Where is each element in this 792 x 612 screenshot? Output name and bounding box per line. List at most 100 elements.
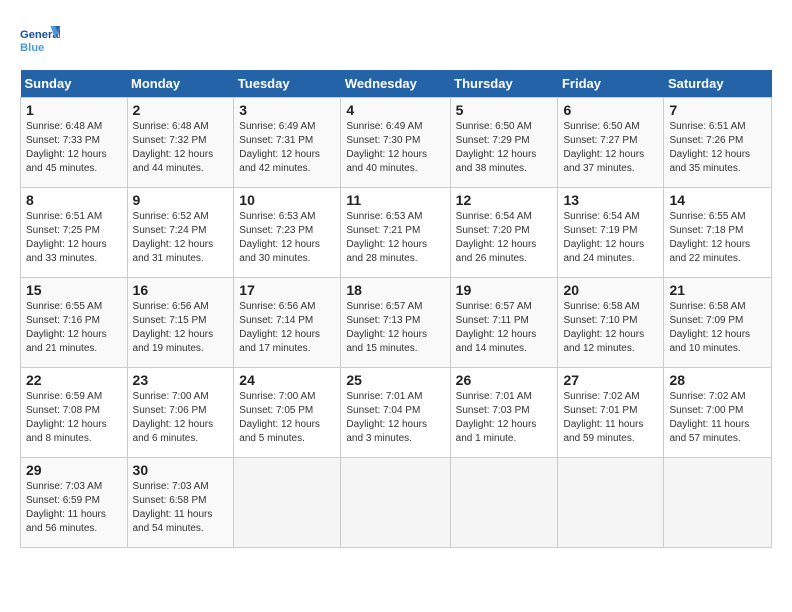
calendar-day-cell: 18Sunrise: 6:57 AMSunset: 7:13 PMDayligh…	[341, 278, 450, 368]
calendar-day-cell: 5 Sunrise: 6:50 AMSunset: 7:29 PMDaylight…	[450, 98, 558, 188]
calendar-day-cell: 12 Sunrise: 6:54 AMSunset: 7:20 PMDayligh…	[450, 188, 558, 278]
calendar-week-row: 29 Sunrise: 7:03 AMSunset: 6:59 PMDayligh…	[21, 458, 772, 548]
day-number: 4	[346, 102, 444, 118]
day-detail: Sunrise: 6:54 AMSunset: 7:19 PMDaylight:…	[563, 210, 658, 266]
header-wednesday: Wednesday	[341, 70, 450, 98]
day-detail: Sunrise: 7:03 AMSunset: 6:58 PMDaylight:…	[133, 480, 229, 536]
day-detail: Sunrise: 6:49 AMSunset: 7:30 PMDaylight:…	[346, 120, 444, 176]
day-number: 27	[563, 372, 658, 388]
day-detail: Sunrise: 7:00 AMSunset: 7:05 PMDaylight:…	[239, 390, 335, 446]
day-detail: Sunrise: 6:53 AMSunset: 7:21 PMDaylight:…	[346, 210, 444, 266]
day-number: 29	[26, 462, 122, 478]
header-tuesday: Tuesday	[234, 70, 341, 98]
calendar-day-cell: 27 Sunrise: 7:02 AMSunset: 7:01 PMDayligh…	[558, 368, 664, 458]
day-number: 5	[456, 102, 553, 118]
calendar-empty-cell	[450, 458, 558, 548]
calendar-week-row: 22 Sunrise: 6:59 AMSunset: 7:08 PMDayligh…	[21, 368, 772, 458]
day-number: 14	[669, 192, 766, 208]
calendar-day-cell: 21 Sunrise: 6:58 AMSunset: 7:09 PMDayligh…	[664, 278, 772, 368]
calendar-day-cell: 22 Sunrise: 6:59 AMSunset: 7:08 PMDayligh…	[21, 368, 128, 458]
day-detail: Sunrise: 6:48 AMSunset: 7:32 PMDaylight:…	[133, 120, 229, 176]
day-detail: Sunrise: 7:00 AMSunset: 7:06 PMDaylight:…	[133, 390, 229, 446]
day-number: 9	[133, 192, 229, 208]
day-detail: Sunrise: 6:48 AMSunset: 7:33 PMDaylight:…	[26, 120, 122, 176]
day-number: 19	[456, 282, 553, 298]
header-monday: Monday	[127, 70, 234, 98]
day-detail: Sunrise: 6:52 AMSunset: 7:24 PMDaylight:…	[133, 210, 229, 266]
calendar-day-cell: 8 Sunrise: 6:51 AMSunset: 7:25 PMDaylight…	[21, 188, 128, 278]
day-detail: Sunrise: 6:49 AMSunset: 7:31 PMDaylight:…	[239, 120, 335, 176]
day-detail: Sunrise: 6:58 AMSunset: 7:09 PMDaylight:…	[669, 300, 766, 356]
day-detail: Sunrise: 6:59 AMSunset: 7:08 PMDaylight:…	[26, 390, 122, 446]
calendar-day-cell: 25Sunrise: 7:01 AMSunset: 7:04 PMDayligh…	[341, 368, 450, 458]
day-number: 6	[563, 102, 658, 118]
calendar-day-cell: 7 Sunrise: 6:51 AMSunset: 7:26 PMDaylight…	[664, 98, 772, 188]
day-detail: Sunrise: 6:50 AMSunset: 7:27 PMDaylight:…	[563, 120, 658, 176]
day-detail: Sunrise: 6:56 AMSunset: 7:14 PMDaylight:…	[239, 300, 335, 356]
calendar-day-cell: 6 Sunrise: 6:50 AMSunset: 7:27 PMDaylight…	[558, 98, 664, 188]
calendar-day-cell: 2 Sunrise: 6:48 AMSunset: 7:32 PMDaylight…	[127, 98, 234, 188]
day-detail: Sunrise: 6:50 AMSunset: 7:29 PMDaylight:…	[456, 120, 553, 176]
day-detail: Sunrise: 6:51 AMSunset: 7:25 PMDaylight:…	[26, 210, 122, 266]
calendar-empty-cell	[558, 458, 664, 548]
calendar-day-cell: 24 Sunrise: 7:00 AMSunset: 7:05 PMDayligh…	[234, 368, 341, 458]
day-detail: Sunrise: 6:56 AMSunset: 7:15 PMDaylight:…	[133, 300, 229, 356]
day-number: 22	[26, 372, 122, 388]
calendar-day-cell: 3 Sunrise: 6:49 AMSunset: 7:31 PMDaylight…	[234, 98, 341, 188]
day-number: 16	[133, 282, 229, 298]
day-number: 12	[456, 192, 553, 208]
calendar-day-cell: 23 Sunrise: 7:00 AMSunset: 7:06 PMDayligh…	[127, 368, 234, 458]
day-detail: Sunrise: 6:53 AMSunset: 7:23 PMDaylight:…	[239, 210, 335, 266]
calendar-empty-cell	[664, 458, 772, 548]
day-number: 15	[26, 282, 122, 298]
calendar-day-cell: 10 Sunrise: 6:53 AMSunset: 7:23 PMDayligh…	[234, 188, 341, 278]
day-detail: Sunrise: 6:51 AMSunset: 7:26 PMDaylight:…	[669, 120, 766, 176]
day-number: 23	[133, 372, 229, 388]
day-number: 1	[26, 102, 122, 118]
calendar-week-row: 1 Sunrise: 6:48 AMSunset: 7:33 PMDaylight…	[21, 98, 772, 188]
day-number: 7	[669, 102, 766, 118]
day-detail: Sunrise: 7:01 AMSunset: 7:04 PMDaylight:…	[346, 390, 444, 446]
calendar-day-cell: 4 Sunrise: 6:49 AMSunset: 7:30 PMDaylight…	[341, 98, 450, 188]
day-detail: Sunrise: 7:01 AMSunset: 7:03 PMDaylight:…	[456, 390, 553, 446]
day-number: 24	[239, 372, 335, 388]
day-number: 28	[669, 372, 766, 388]
calendar-day-cell: 20 Sunrise: 6:58 AMSunset: 7:10 PMDayligh…	[558, 278, 664, 368]
calendar-day-cell: 16 Sunrise: 6:56 AMSunset: 7:15 PMDayligh…	[127, 278, 234, 368]
header-saturday: Saturday	[664, 70, 772, 98]
logo-icon: General Blue	[20, 20, 60, 60]
calendar-day-cell: 19 Sunrise: 6:57 AMSunset: 7:11 PMDayligh…	[450, 278, 558, 368]
day-number: 2	[133, 102, 229, 118]
day-detail: Sunrise: 7:02 AMSunset: 7:00 PMDaylight:…	[669, 390, 766, 446]
day-number: 21	[669, 282, 766, 298]
calendar-day-cell: 13Sunrise: 6:54 AMSunset: 7:19 PMDayligh…	[558, 188, 664, 278]
day-number: 17	[239, 282, 335, 298]
calendar-day-cell: 11Sunrise: 6:53 AMSunset: 7:21 PMDayligh…	[341, 188, 450, 278]
day-detail: Sunrise: 6:57 AMSunset: 7:13 PMDaylight:…	[346, 300, 444, 356]
day-number: 20	[563, 282, 658, 298]
header-sunday: Sunday	[21, 70, 128, 98]
calendar-week-row: 8 Sunrise: 6:51 AMSunset: 7:25 PMDaylight…	[21, 188, 772, 278]
calendar-empty-cell	[341, 458, 450, 548]
day-detail: Sunrise: 6:54 AMSunset: 7:20 PMDaylight:…	[456, 210, 553, 266]
day-detail: Sunrise: 6:58 AMSunset: 7:10 PMDaylight:…	[563, 300, 658, 356]
calendar-day-cell: 15Sunrise: 6:55 AMSunset: 7:16 PMDayligh…	[21, 278, 128, 368]
calendar-table: SundayMondayTuesdayWednesdayThursdayFrid…	[20, 70, 772, 548]
day-number: 30	[133, 462, 229, 478]
day-detail: Sunrise: 6:55 AMSunset: 7:18 PMDaylight:…	[669, 210, 766, 266]
day-number: 10	[239, 192, 335, 208]
calendar-empty-cell	[234, 458, 341, 548]
calendar-week-row: 15Sunrise: 6:55 AMSunset: 7:16 PMDayligh…	[21, 278, 772, 368]
logo: General Blue	[20, 20, 64, 60]
day-detail: Sunrise: 7:02 AMSunset: 7:01 PMDaylight:…	[563, 390, 658, 446]
day-number: 26	[456, 372, 553, 388]
calendar-day-cell: 17 Sunrise: 6:56 AMSunset: 7:14 PMDayligh…	[234, 278, 341, 368]
day-number: 3	[239, 102, 335, 118]
day-detail: Sunrise: 6:57 AMSunset: 7:11 PMDaylight:…	[456, 300, 553, 356]
day-number: 8	[26, 192, 122, 208]
calendar-day-cell: 1 Sunrise: 6:48 AMSunset: 7:33 PMDaylight…	[21, 98, 128, 188]
svg-text:Blue: Blue	[20, 42, 44, 54]
header-thursday: Thursday	[450, 70, 558, 98]
header-friday: Friday	[558, 70, 664, 98]
day-detail: Sunrise: 7:03 AMSunset: 6:59 PMDaylight:…	[26, 480, 122, 536]
